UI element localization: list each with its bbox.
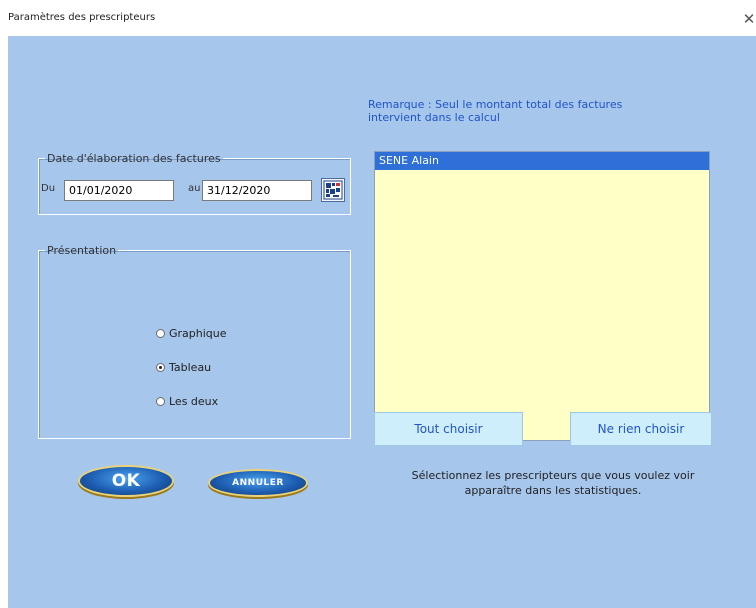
dialog-body: Remarque : Seul le montant total des fac… <box>8 36 756 608</box>
radio-tableau-indicator[interactable] <box>156 363 165 372</box>
title-bar: Paramètres des prescripteurs ✕ <box>0 0 756 36</box>
select-all-button[interactable]: Tout choisir <box>374 412 523 446</box>
to-label: au <box>188 183 201 194</box>
remark-text: Remarque : Seul le montant total des fac… <box>368 98 623 124</box>
cancel-button-label: ANNULER <box>232 478 284 488</box>
radio-graphique-indicator[interactable] <box>156 329 165 338</box>
ok-button[interactable]: OK <box>80 467 172 495</box>
radio-les-deux-label: Les deux <box>169 395 219 408</box>
radio-les-deux[interactable]: Les deux <box>156 395 218 408</box>
prescriber-list[interactable]: SENE Alain <box>374 151 710 441</box>
radio-graphique-label: Graphique <box>169 327 227 340</box>
from-label: Du <box>41 183 56 194</box>
calendar-icon[interactable] <box>321 178 345 202</box>
presentation-group: Présentation Graphique Tableau Les deux <box>38 244 351 439</box>
invoice-date-legend: Date d'élaboration des factures <box>47 152 221 165</box>
cancel-button[interactable]: ANNULER <box>210 471 306 495</box>
help-text: Sélectionnez les prescripteurs que vous … <box>411 469 695 497</box>
from-date-input[interactable] <box>64 180 174 201</box>
radio-graphique[interactable]: Graphique <box>156 327 227 340</box>
invoice-date-group: Date d'élaboration des factures Du au <box>38 152 351 215</box>
window-title: Paramètres des prescripteurs <box>8 12 156 23</box>
select-none-button[interactable]: Ne rien choisir <box>570 412 712 446</box>
presentation-legend: Présentation <box>47 244 117 257</box>
close-icon[interactable]: ✕ <box>742 12 756 27</box>
to-date-input[interactable] <box>202 180 312 201</box>
radio-tableau[interactable]: Tableau <box>156 361 211 374</box>
radio-tableau-label: Tableau <box>169 361 212 374</box>
ok-button-label: OK <box>111 471 141 491</box>
radio-les-deux-indicator[interactable] <box>156 397 165 406</box>
list-item[interactable]: SENE Alain <box>375 152 709 170</box>
